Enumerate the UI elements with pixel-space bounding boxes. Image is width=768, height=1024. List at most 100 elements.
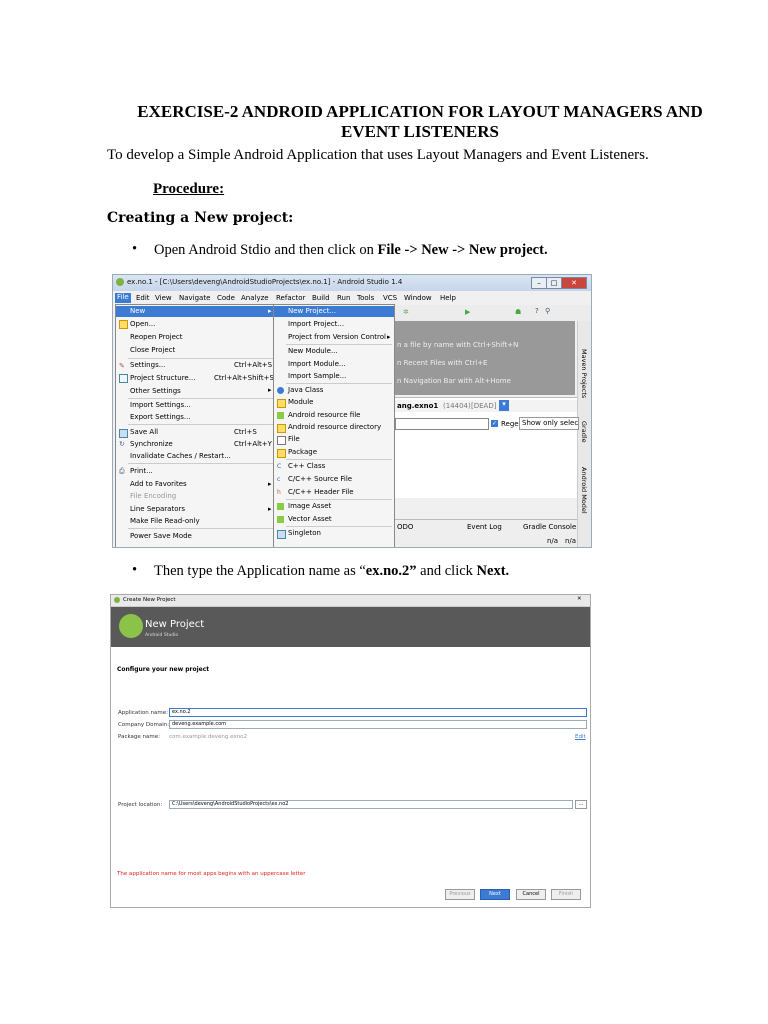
- company-domain-input[interactable]: deveng.example.com: [169, 720, 587, 729]
- file-menu-open[interactable]: Open...: [130, 320, 155, 328]
- package-name-label: Package name:: [118, 734, 160, 740]
- status-encoding: n/a: [565, 537, 577, 545]
- menu-separator: [128, 424, 274, 425]
- menu-vcs[interactable]: VCS: [383, 294, 397, 302]
- file-menu-print[interactable]: Print...: [130, 467, 153, 475]
- logcat-search-input[interactable]: [395, 418, 489, 430]
- android-resource-file-item[interactable]: Android resource file: [288, 411, 360, 419]
- menu-code[interactable]: Code: [217, 294, 235, 302]
- android-model-tab[interactable]: Android Model: [580, 467, 588, 514]
- file-menu-power-save[interactable]: Power Save Mode: [130, 532, 192, 540]
- event-log-tab[interactable]: Event Log: [467, 523, 502, 531]
- menu-separator: [286, 459, 392, 460]
- java-class-item[interactable]: Java Class: [288, 386, 323, 394]
- new-module-item[interactable]: New Module...: [288, 347, 338, 355]
- print-icon: ⎙: [119, 467, 125, 475]
- sync-icon[interactable]: ✲: [403, 308, 409, 316]
- finish-button[interactable]: Finish: [551, 889, 581, 900]
- submenu-arrow-icon: ▸: [268, 386, 272, 394]
- import-module-item[interactable]: Import Module...: [288, 360, 346, 368]
- file-menu-synchronize[interactable]: Synchronize: [130, 440, 173, 448]
- bullet2-next: Next.: [476, 563, 510, 579]
- device-dropdown-icon[interactable]: ▾: [499, 400, 509, 411]
- synchronize-shortcut: Ctrl+Alt+Y: [234, 440, 272, 448]
- menu-separator: [128, 358, 274, 359]
- menu-view[interactable]: View: [155, 294, 172, 302]
- file-menu-save-all[interactable]: Save All: [130, 428, 158, 436]
- regex-checkbox[interactable]: ✓: [491, 420, 498, 427]
- android-icon[interactable]: ☗: [515, 308, 521, 316]
- android-resource-directory-item[interactable]: Android resource directory: [288, 423, 381, 431]
- edit-package-link[interactable]: Edit: [575, 734, 586, 740]
- maven-projects-tab[interactable]: Maven Projects: [580, 349, 588, 398]
- menu-navigate[interactable]: Navigate: [179, 294, 210, 302]
- run-icon[interactable]: ▶: [465, 308, 470, 316]
- menu-run[interactable]: Run: [337, 294, 350, 302]
- menu-build[interactable]: Build: [312, 294, 330, 302]
- file-menu-export-settings[interactable]: Export Settings...: [130, 413, 191, 421]
- package-item[interactable]: Package: [288, 448, 317, 456]
- menu-file[interactable]: File: [115, 293, 131, 303]
- bullet2-app-name: ex.no.2”: [365, 563, 417, 579]
- bullet2-text: Then type the Application name as “: [154, 563, 366, 579]
- file-menu-new[interactable]: New: [130, 307, 145, 315]
- cpp-class-item[interactable]: C++ Class: [288, 462, 325, 470]
- search-icon[interactable]: ⚲: [545, 307, 550, 315]
- logcat-filter-select[interactable]: Show only selected a: [519, 417, 579, 430]
- file-menu-close-project[interactable]: Close Project: [130, 346, 175, 354]
- project-from-vcs-item[interactable]: Project from Version Control: [288, 333, 386, 341]
- exercise-title: EXERCISE-2 ANDROID APPLICATION FOR LAYOU…: [100, 102, 740, 142]
- cancel-button[interactable]: Cancel: [516, 889, 546, 900]
- previous-button[interactable]: Previous: [445, 889, 475, 900]
- new-project-window-title: Create New Project: [123, 597, 176, 603]
- file-menu-line-separators[interactable]: Line Separators: [130, 505, 185, 513]
- menu-edit[interactable]: Edit: [136, 294, 150, 302]
- new-project-header: New Project: [145, 619, 205, 630]
- file-item[interactable]: File: [288, 435, 300, 443]
- help-icon[interactable]: ?: [535, 307, 539, 315]
- minimize-button[interactable]: –: [531, 277, 547, 289]
- application-name-input[interactable]: ex.no.2: [169, 708, 587, 717]
- menu-analyze[interactable]: Analyze: [241, 294, 269, 302]
- status-line-col: n/a: [547, 537, 559, 545]
- editor-hint-1: n a file by name with Ctrl+Shift+N: [397, 341, 519, 349]
- next-button[interactable]: Next: [480, 889, 510, 900]
- image-asset-item[interactable]: Image Asset: [288, 502, 331, 510]
- gradle-console-tab[interactable]: Gradle Console: [523, 523, 576, 531]
- project-location-input[interactable]: C:\Users\deveng\AndroidStudioProjects\ex…: [169, 800, 573, 809]
- menu-help[interactable]: Help: [440, 294, 456, 302]
- vector-asset-item[interactable]: Vector Asset: [288, 515, 332, 523]
- bullet2-mid: and click: [416, 563, 477, 579]
- file-menu-project-structure[interactable]: Project Structure...: [130, 374, 195, 382]
- maximize-button[interactable]: □: [546, 277, 562, 289]
- cpp-source-file-item[interactable]: C/C++ Source File: [288, 475, 352, 483]
- close-button[interactable]: ✕: [561, 277, 587, 289]
- file-menu-reopen[interactable]: Reopen Project: [130, 333, 183, 341]
- bullet1-text: Open Android Stdio and then click on: [154, 242, 378, 258]
- todo-tab[interactable]: ODO: [397, 523, 413, 531]
- new-submenu-dropdown: New Project... Import Project... Project…: [273, 304, 395, 547]
- browse-button[interactable]: ...: [575, 800, 587, 809]
- menu-refactor[interactable]: Refactor: [276, 294, 305, 302]
- module-folder-icon: [277, 399, 286, 408]
- import-sample-item[interactable]: Import Sample...: [288, 372, 346, 380]
- module-item[interactable]: Module: [288, 398, 313, 406]
- studio-window-title: ex.no.1 - [C:\Users\deveng\AndroidStudio…: [127, 278, 403, 286]
- editor-hint-3: n Navigation Bar with Alt+Home: [397, 377, 511, 385]
- gradle-tab[interactable]: Gradle: [580, 421, 588, 443]
- file-menu-add-to-favorites[interactable]: Add to Favorites: [130, 480, 187, 488]
- device-pid: (14404): [443, 402, 471, 410]
- file-menu-invalidate-caches[interactable]: Invalidate Caches / Restart...: [130, 452, 231, 460]
- cpp-header-file-item[interactable]: C/C++ Header File: [288, 488, 354, 496]
- file-menu-make-read-only[interactable]: Make File Read-only: [130, 517, 200, 525]
- new-project-item[interactable]: New Project...: [288, 307, 336, 315]
- import-project-item[interactable]: Import Project...: [288, 320, 344, 328]
- close-icon[interactable]: ✕: [577, 596, 582, 602]
- menu-window[interactable]: Window: [404, 294, 432, 302]
- image-asset-icon: [277, 503, 284, 510]
- file-menu-settings[interactable]: Settings...: [130, 361, 165, 369]
- singleton-item[interactable]: Singleton: [288, 529, 321, 537]
- file-menu-other-settings[interactable]: Other Settings: [130, 387, 181, 395]
- menu-tools[interactable]: Tools: [357, 294, 374, 302]
- file-menu-import-settings[interactable]: Import Settings...: [130, 401, 191, 409]
